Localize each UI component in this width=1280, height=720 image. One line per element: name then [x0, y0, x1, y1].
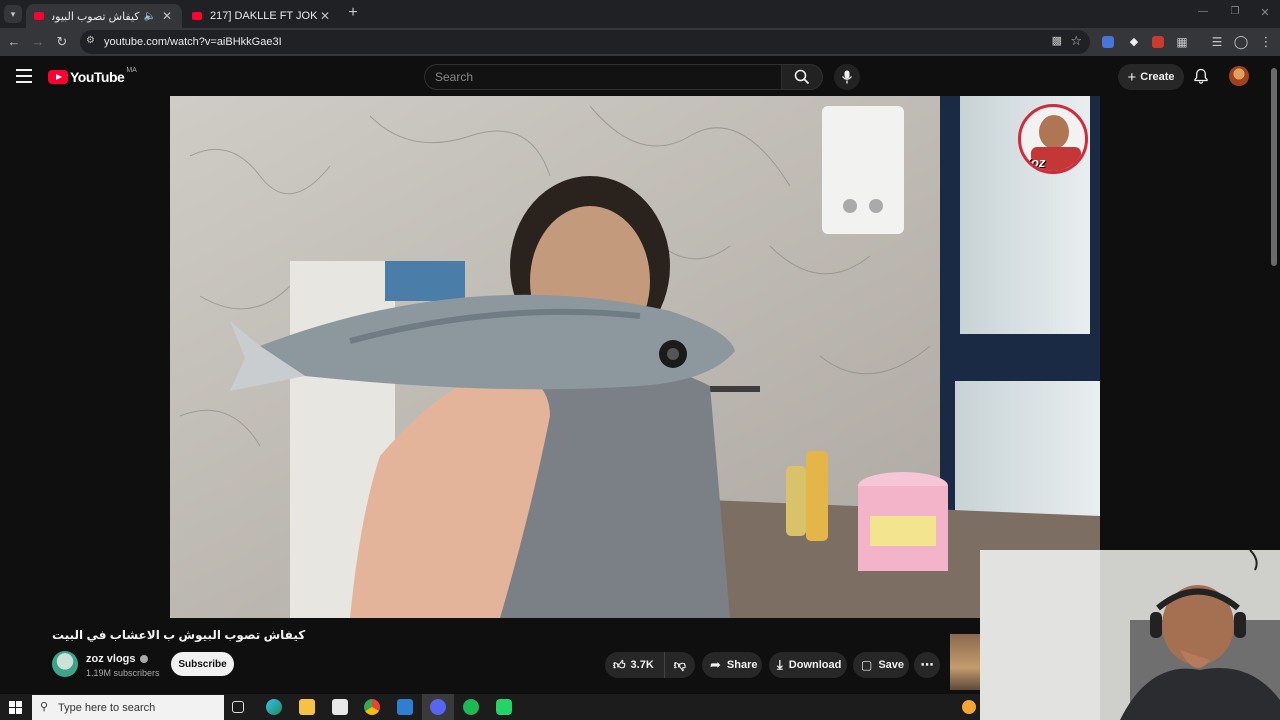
download-label: Download — [788, 659, 842, 671]
install-app-icon[interactable]: ▩ — [1052, 34, 1062, 47]
taskbar-search-input[interactable]: ⚲ Type here to search — [32, 695, 224, 720]
bookmark-save-icon: ▢ — [861, 658, 873, 672]
video-title: كيفاش تصوب البيوش ب الاعشاب في البيت — [52, 628, 306, 642]
task-view-icon[interactable] — [232, 701, 244, 713]
account-avatar[interactable] — [1229, 66, 1249, 86]
browser-menu-icon[interactable]: ⋮ — [1258, 34, 1274, 50]
discord-app-icon[interactable] — [430, 699, 446, 715]
window-close-icon[interactable]: ✕ — [1258, 6, 1272, 20]
thumbs-down-icon: 👎︎ — [673, 657, 686, 672]
search-input[interactable]: Search — [424, 64, 782, 90]
share-button[interactable]: ➦ Share — [702, 652, 762, 678]
site-info-icon[interactable]: ⚙ — [86, 35, 95, 46]
verified-badge-icon — [139, 655, 148, 663]
windows-taskbar: ⚲ Type here to search — [0, 694, 980, 720]
more-horizontal-icon: ⋯ — [920, 657, 934, 672]
video-info-section: كيفاش تصوب البيوش ب الاعشاب في البيت zoz… — [0, 618, 980, 694]
tab-audio-icon[interactable]: 🔈 — [144, 11, 156, 22]
tab-close-icon[interactable]: ✕ — [318, 9, 332, 23]
video-player[interactable]: Zoz — [170, 96, 1100, 618]
subscribe-button[interactable]: Subscribe — [171, 652, 234, 676]
save-button[interactable]: ▢ Save — [853, 652, 909, 678]
like-count: 3.7K — [630, 659, 654, 671]
media-control-icon[interactable]: ☰ — [1209, 34, 1225, 50]
profile-icon[interactable]: ◯ — [1233, 34, 1249, 50]
extensions-puzzle-icon[interactable]: ▦ — [1174, 34, 1190, 50]
address-bar[interactable]: ⚙ youtube.com/watch?v=aiBHkkGae3I ▩ ☆ — [80, 30, 1090, 54]
edge-browser-icon[interactable] — [266, 699, 282, 715]
watermark-text: Zoz — [1023, 155, 1046, 170]
more-actions-button[interactable]: ⋯ — [914, 652, 940, 678]
watermark-face-image — [1039, 115, 1069, 149]
browser-tab-strip: ▾ كيفاش تصوب البيوش ب الاعشاب في البيت -… — [0, 0, 1280, 28]
file-explorer-icon[interactable] — [299, 699, 315, 715]
weather-widget-icon[interactable] — [962, 700, 976, 714]
tab-search-dropdown-icon[interactable]: ▾ — [4, 5, 22, 23]
save-label: Save — [878, 659, 905, 671]
channel-avatar[interactable] — [52, 651, 78, 677]
new-tab-button[interactable]: + — [345, 4, 361, 22]
windows-start-icon[interactable] — [9, 701, 22, 714]
taskbar-search-placeholder: Type here to search — [58, 701, 156, 714]
share-arrow-icon: ➦ — [710, 657, 721, 672]
taskbar-search-icon: ⚲ — [40, 701, 49, 713]
dislike-button[interactable]: 👎︎ — [665, 652, 686, 678]
search-button[interactable] — [781, 64, 823, 90]
webcam-feed — [980, 550, 1280, 720]
download-icon: ⤓ — [777, 657, 783, 672]
channel-name-row: zoz vlogs — [86, 653, 148, 665]
plus-icon: + — [1127, 68, 1137, 86]
video-frame — [170, 96, 1100, 618]
youtube-favicon-icon — [192, 12, 202, 20]
youtube-favicon-icon — [34, 12, 44, 20]
whatsapp-app-icon[interactable] — [496, 699, 512, 715]
microphone-icon — [841, 70, 853, 84]
search-icon — [794, 69, 810, 85]
subscribe-label: Subscribe — [178, 658, 227, 670]
window-minimize-icon[interactable]: — — [1196, 6, 1210, 20]
like-button[interactable]: 👍︎ 3.7K — [605, 652, 665, 678]
microsoft-store-icon[interactable] — [332, 699, 348, 715]
url-text: youtube.com/watch?v=aiBHkkGae3I — [104, 36, 282, 48]
translate-extension-icon[interactable] — [1102, 36, 1114, 48]
extension-icon[interactable]: ◆ — [1126, 34, 1142, 50]
create-button[interactable]: + Create — [1118, 64, 1184, 90]
notifications-bell-icon[interactable] — [1193, 68, 1209, 84]
back-icon[interactable]: ← — [6, 34, 22, 50]
window-restore-icon[interactable]: ❐ — [1228, 6, 1242, 20]
tab-title: 217] DAKLLE FT JOKER JR FT SHOOB — [210, 10, 318, 22]
download-button[interactable]: ⤓ Download — [769, 652, 847, 678]
create-label: Create — [1140, 71, 1175, 83]
channel-name[interactable]: zoz vlogs — [86, 653, 136, 665]
subscriber-count: 1.19M subscribers — [86, 668, 160, 678]
channel-watermark[interactable]: Zoz — [1018, 104, 1088, 174]
reload-icon[interactable]: ↻ — [54, 34, 70, 50]
guide-menu-icon[interactable] — [16, 69, 32, 83]
search-placeholder: Search — [435, 70, 474, 84]
chrome-browser-icon[interactable] — [364, 699, 380, 715]
browser-tab-active[interactable]: كيفاش تصوب البيوش ب الاعشاب في البيت - Y… — [26, 4, 182, 28]
extension-red-icon[interactable] — [1152, 36, 1164, 48]
tab-close-icon[interactable]: ✕ — [160, 9, 174, 23]
webcam-overlay — [980, 550, 1280, 720]
browser-tab[interactable]: 217] DAKLLE FT JOKER JR FT SHOOB ✕ — [184, 4, 340, 28]
browser-toolbar: ← → ↻ ⚙ youtube.com/watch?v=aiBHkkGae3I … — [0, 28, 1280, 56]
youtube-region-code: MA — [126, 66, 137, 74]
scrollbar-thumb[interactable] — [1271, 68, 1277, 266]
bookmark-star-icon[interactable]: ☆ — [1070, 33, 1082, 49]
youtube-logo[interactable]: YouTube MA — [48, 66, 137, 85]
page-scrollbar[interactable] — [1270, 60, 1278, 720]
like-dislike-group: 👍︎ 3.7K 👎︎ — [605, 652, 695, 678]
forward-icon[interactable]: → — [30, 34, 46, 50]
spotify-app-icon[interactable] — [463, 699, 479, 715]
share-label: Share — [726, 659, 758, 671]
youtube-play-icon — [48, 70, 68, 84]
youtube-logo-text: YouTube — [70, 69, 125, 85]
related-video-thumbnail[interactable] — [950, 634, 980, 690]
mail-app-icon[interactable] — [397, 699, 413, 715]
youtube-header: YouTube MA Search + Create — [0, 56, 1280, 96]
thumbs-up-icon: 👍︎ — [613, 657, 626, 672]
voice-search-button[interactable] — [834, 64, 860, 90]
tab-title: كيفاش تصوب البيوش ب الاعشاب في البيت - Y… — [52, 10, 140, 23]
